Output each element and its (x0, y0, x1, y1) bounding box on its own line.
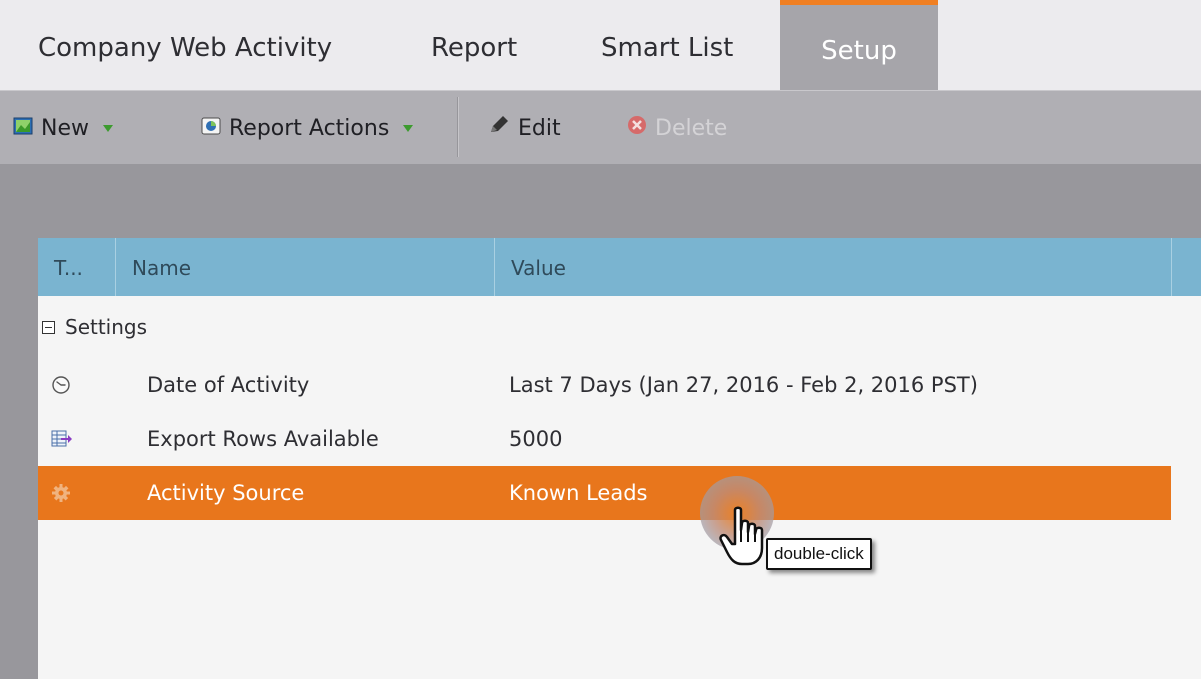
new-button-label: New (41, 115, 89, 141)
new-button[interactable]: New (13, 91, 113, 165)
table-row-selected[interactable]: Activity Source Known Leads (38, 466, 1171, 520)
delete-icon (627, 115, 647, 141)
row-name: Date of Activity (147, 373, 310, 397)
chevron-down-icon (403, 124, 414, 132)
tab-report[interactable]: Report (431, 0, 517, 90)
column-header-value[interactable]: Value (495, 238, 1172, 296)
row-value: 5000 (509, 427, 563, 451)
table-row[interactable]: Date of Activity Last 7 Days (Jan 27, 20… (38, 358, 1171, 412)
column-header-type[interactable]: T... (38, 238, 116, 296)
grid-header: T... Name Value (38, 238, 1201, 296)
report-actions-label: Report Actions (229, 115, 390, 141)
new-report-icon (13, 116, 33, 141)
table-row[interactable]: Export Rows Available 5000 (38, 412, 1171, 466)
double-click-tooltip: double-click (766, 538, 872, 570)
group-label: Settings (65, 315, 148, 339)
row-name: Export Rows Available (147, 427, 379, 451)
toolbar: New Report Actions Edit Delete (0, 90, 1201, 164)
report-actions-button[interactable]: Report Actions (201, 91, 414, 165)
group-row-settings[interactable]: Settings (38, 296, 1201, 358)
gear-icon (51, 483, 71, 503)
toolbar-divider (457, 97, 459, 157)
export-rows-icon (51, 429, 72, 449)
row-name: Activity Source (147, 481, 305, 505)
tab-setup[interactable]: Setup (780, 0, 938, 90)
collapse-icon[interactable] (42, 320, 55, 334)
tab-bar: Company Web Activity Report Smart List S… (0, 0, 1201, 90)
hand-cursor-icon (718, 506, 768, 570)
tab-company-web-activity[interactable]: Company Web Activity (38, 0, 332, 90)
pencil-icon (488, 115, 510, 141)
edit-button[interactable]: Edit (488, 91, 561, 165)
tab-smart-list[interactable]: Smart List (601, 0, 733, 90)
report-actions-icon (201, 116, 221, 141)
column-header-name[interactable]: Name (116, 238, 495, 296)
row-value: Known Leads (509, 481, 648, 505)
chevron-down-icon (103, 124, 113, 132)
row-value: Last 7 Days (Jan 27, 2016 - Feb 2, 2016 … (509, 373, 978, 397)
delete-button[interactable]: Delete (627, 91, 727, 165)
edit-button-label: Edit (518, 115, 561, 141)
delete-button-label: Delete (655, 115, 728, 141)
settings-grid: T... Name Value Settings Date of Activit… (38, 238, 1201, 679)
clock-icon (51, 375, 71, 395)
